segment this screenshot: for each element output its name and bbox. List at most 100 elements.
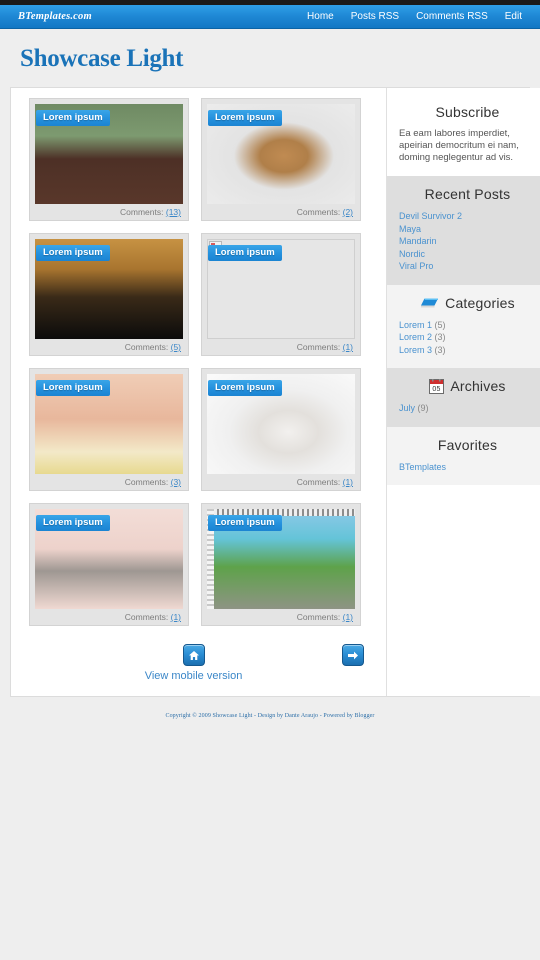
top-navigation: Home Posts RSS Comments RSS Edit: [307, 11, 522, 22]
footer-credit: Copyright © 2009 Showcase Light - Design…: [165, 713, 375, 719]
nav-link-comments-rss[interactable]: Comments RSS: [416, 11, 488, 22]
post-thumbnail[interactable]: Lorem ipsum: [207, 239, 355, 339]
list-item: Lorem 2 (3): [399, 331, 536, 344]
post-title-badge[interactable]: Lorem ipsum: [208, 110, 282, 126]
item-count: (9): [415, 403, 429, 413]
list-item: BTemplates: [399, 461, 536, 474]
post-comments-meta: Comments: (2): [207, 204, 355, 220]
post-thumbnail[interactable]: Lorem ipsum: [207, 104, 355, 204]
post-thumbnail[interactable]: Lorem ipsum: [35, 374, 183, 474]
comments-count-link[interactable]: (1): [343, 342, 353, 352]
categories-title-text: Categories: [445, 294, 515, 311]
comments-label: Comments:: [296, 207, 341, 217]
post-title-badge[interactable]: Lorem ipsum: [208, 245, 282, 261]
widget-archives: 05 Archives July (9): [387, 368, 540, 427]
comments-label: Comments:: [124, 342, 169, 352]
list-item: Lorem 3 (3): [399, 344, 536, 357]
item-count: (5): [432, 319, 446, 330]
post-title-badge[interactable]: Lorem ipsum: [208, 380, 282, 396]
sidebar: Subscribe Ea eam labores imperdiet, apei…: [386, 88, 540, 696]
comments-count-link[interactable]: (2): [343, 207, 353, 217]
nav-link-edit[interactable]: Edit: [505, 11, 522, 22]
widget-title-archives: 05 Archives: [399, 378, 536, 394]
comments-label: Comments:: [120, 207, 164, 217]
post-title-badge[interactable]: Lorem ipsum: [36, 110, 110, 126]
category-link[interactable]: Lorem 3: [399, 345, 432, 355]
recent-post-link[interactable]: Devil Survivor 2: [399, 211, 462, 221]
post-thumbnail[interactable]: Lorem ipsum: [207, 374, 355, 474]
archives-title-text: Archives: [450, 378, 506, 394]
post-comments-meta: Comments: (1): [35, 609, 183, 625]
post-card[interactable]: Lorem ipsum Comments: (1): [201, 233, 361, 356]
post-card[interactable]: Lorem ipsum Comments: (5): [29, 233, 189, 356]
post-grid: Lorem ipsum Comments: (13) Lorem ipsum Comm…: [11, 98, 386, 638]
comments-label: Comments:: [296, 612, 341, 622]
widget-subscribe: Subscribe Ea eam labores imperdiet, apei…: [387, 94, 540, 176]
comments-count-link[interactable]: (3): [171, 477, 181, 487]
recent-post-link[interactable]: Maya: [399, 224, 421, 234]
post-title-badge[interactable]: Lorem ipsum: [36, 245, 110, 261]
categories-list: Lorem 1 (5) Lorem 2 (3) Lorem 3 (3): [399, 319, 536, 357]
topbar: BTemplates.com Home Posts RSS Comments R…: [0, 5, 540, 29]
post-title-badge[interactable]: Lorem ipsum: [208, 515, 282, 531]
post-thumbnail[interactable]: Lorem ipsum: [35, 509, 183, 609]
comments-count-link[interactable]: (1): [343, 477, 353, 487]
nav-link-posts-rss[interactable]: Posts RSS: [351, 11, 399, 22]
post-title-badge[interactable]: Lorem ipsum: [36, 380, 110, 396]
arrow-right-icon[interactable]: [342, 644, 364, 666]
list-item: July (9): [399, 402, 536, 415]
post-thumbnail[interactable]: Lorem ipsum: [35, 104, 183, 204]
content-wrapper: Lorem ipsum Comments: (13) Lorem ipsum Comm…: [10, 87, 540, 697]
comments-count-link[interactable]: (1): [171, 612, 181, 622]
favorites-list: BTemplates: [399, 461, 536, 474]
post-title-badge[interactable]: Lorem ipsum: [36, 515, 110, 531]
svg-text:05: 05: [433, 386, 441, 393]
widget-recent-posts: Recent Posts Devil Survivor 2 Maya Mandari…: [387, 176, 540, 285]
comments-label: Comments:: [124, 477, 169, 487]
favorite-link[interactable]: BTemplates: [399, 462, 446, 472]
mobile-version-row: View mobile version: [1, 668, 386, 682]
archive-link[interactable]: July: [399, 403, 415, 413]
post-card[interactable]: Lorem ipsum Comments: (1): [201, 503, 361, 626]
footer: Copyright © 2009 Showcase Light - Design…: [0, 697, 540, 720]
recent-post-link[interactable]: Mandarin: [399, 236, 437, 246]
category-link[interactable]: Lorem 2: [399, 332, 432, 342]
post-comments-meta: Comments: (5): [35, 339, 183, 355]
post-card[interactable]: Lorem ipsum Comments: (3): [29, 368, 189, 491]
list-item: Mandarin: [399, 235, 536, 248]
comments-count-link[interactable]: (1): [343, 612, 353, 622]
page-title: Showcase Light: [20, 45, 184, 72]
view-mobile-version-link[interactable]: View mobile version: [145, 670, 243, 682]
comments-count-link[interactable]: (13): [166, 207, 181, 217]
recent-post-link[interactable]: Viral Pro: [399, 261, 433, 271]
comments-count-link[interactable]: (5): [171, 342, 181, 352]
brand-label: BTemplates.com: [18, 11, 92, 22]
calendar-icon: 05: [429, 378, 445, 394]
comments-label: Comments:: [296, 477, 341, 487]
comments-label: Comments:: [296, 342, 341, 352]
post-card[interactable]: Lorem ipsum Comments: (1): [29, 503, 189, 626]
widget-title-subscribe: Subscribe: [435, 104, 500, 120]
folder-icon: [420, 296, 439, 309]
post-card[interactable]: Lorem ipsum Comments: (13): [29, 98, 189, 221]
post-comments-meta: Comments: (13): [35, 204, 183, 220]
post-thumbnail[interactable]: Lorem ipsum: [207, 509, 355, 609]
comments-label: Comments:: [124, 612, 169, 622]
archives-list: July (9): [399, 402, 536, 415]
main-column: Lorem ipsum Comments: (13) Lorem ipsum Comm…: [11, 88, 386, 696]
pager: [11, 642, 386, 668]
blog-header: Showcase Light: [0, 29, 540, 87]
widget-title-favorites: Favorites: [437, 436, 498, 453]
home-icon[interactable]: [183, 644, 205, 666]
list-item: Devil Survivor 2: [399, 210, 536, 223]
widget-favorites: Favorites BTemplates: [387, 426, 540, 485]
post-card[interactable]: Lorem ipsum Comments: (1): [201, 368, 361, 491]
post-thumbnail[interactable]: Lorem ipsum: [35, 239, 183, 339]
category-link[interactable]: Lorem 1: [399, 320, 432, 330]
item-count: (3): [432, 344, 446, 355]
recent-post-link[interactable]: Nordic: [399, 249, 425, 259]
nav-link-home[interactable]: Home: [307, 11, 334, 22]
widget-categories: Categories Lorem 1 (5) Lorem 2 (3) Lorem 3…: [387, 284, 540, 368]
subscribe-description: Ea eam labores imperdiet, apeirian democ…: [399, 128, 519, 163]
post-card[interactable]: Lorem ipsum Comments: (2): [201, 98, 361, 221]
